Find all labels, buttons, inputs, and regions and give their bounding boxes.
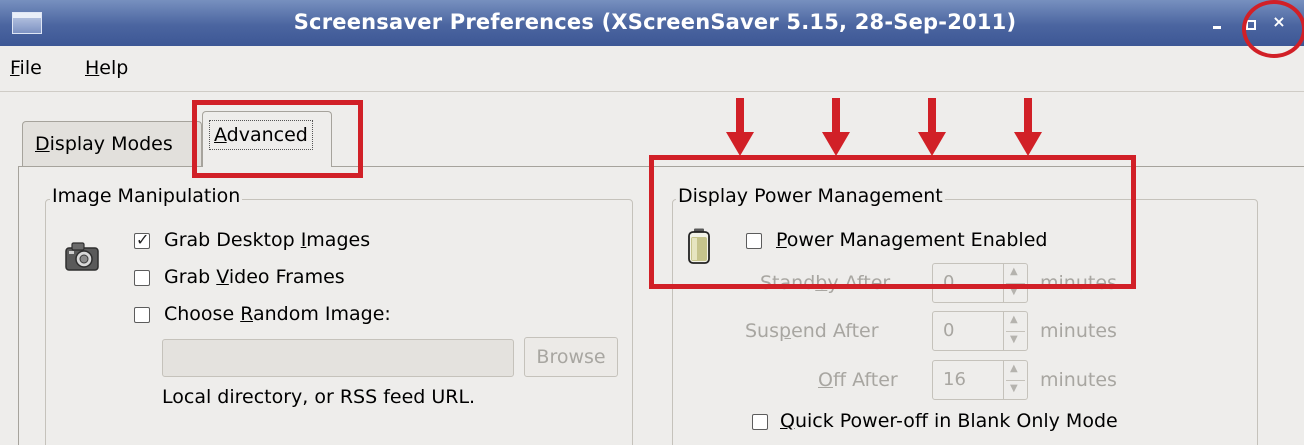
minimize-button[interactable] [1206, 11, 1228, 33]
annotation-arrow-down-icon [918, 98, 946, 158]
quick-power-off-label: Quick Power-off in Blank Only Mode [780, 410, 1118, 432]
grab-video-text-post: ideo Frames [228, 266, 345, 288]
grab-desktop-text-pre: Grab Desktop [164, 229, 301, 251]
choose-random-image-checkbox[interactable] [134, 307, 150, 323]
camera-icon [65, 242, 99, 271]
image-directory-hint: Local directory, or RSS feed URL. [162, 386, 476, 408]
annotation-arrow-down-icon [822, 98, 850, 158]
suspend-after-label: Suspend After [745, 320, 879, 342]
quick-off-text-post: uick Power-off in Blank Only Mode [794, 410, 1118, 432]
grab-desktop-images-checkbox[interactable] [134, 230, 150, 249]
choose-random-image-label: Choose Random Image: [164, 303, 391, 325]
suspend-text-post: end After [791, 320, 879, 342]
annotation-power-management-highlight [649, 155, 1136, 289]
off-after-spinner[interactable]: 16 [932, 360, 1028, 400]
annotation-close-button-circle [1242, 0, 1304, 58]
choose-random-accel: R [240, 303, 253, 325]
menu-file-label: ile [19, 57, 42, 79]
tab-display-modes-accel: D [35, 133, 50, 155]
suspend-accel: p [779, 320, 792, 342]
off-after-value: 16 [943, 369, 966, 390]
tab-display-modes-label: isplay Modes [49, 133, 173, 155]
grab-video-frames-checkbox[interactable] [134, 270, 150, 286]
menu-file[interactable]: File [10, 57, 42, 79]
grab-video-frames-label: Grab Video Frames [164, 266, 345, 288]
suspend-spin-buttons[interactable] [1003, 312, 1027, 350]
annotation-arrow-down-icon [1014, 98, 1042, 158]
grab-video-text-pre: Grab [164, 266, 217, 288]
suspend-after-value: 0 [943, 320, 955, 341]
menu-bar: File Help [0, 46, 1304, 92]
menu-help-label: elp [99, 57, 129, 79]
off-unit: minutes [1040, 369, 1117, 391]
menu-file-accel: F [10, 57, 20, 79]
suspend-after-spinner[interactable]: 0 [932, 311, 1028, 351]
tab-display-modes[interactable]: Display Modes [22, 121, 202, 166]
annotation-arrow-down-icon [726, 98, 754, 158]
suspend-text-pre: Sus [745, 320, 780, 342]
annotation-advanced-tab-highlight [192, 100, 363, 178]
off-text-post: ff After [832, 369, 898, 391]
menu-help-accel: H [85, 57, 100, 79]
off-spin-buttons[interactable] [1003, 361, 1027, 399]
menu-help[interactable]: Help [85, 57, 128, 79]
choose-random-text-post: andom Image: [252, 303, 391, 325]
quick-power-off-checkbox[interactable] [752, 414, 768, 430]
image-manipulation-label: Image Manipulation [50, 185, 243, 207]
off-accel: O [818, 369, 833, 391]
grab-desktop-images-label: Grab Desktop Images [164, 229, 370, 251]
title-bar[interactable]: Screensaver Preferences (XScreenSaver 5.… [0, 0, 1304, 46]
grab-desktop-text-post: mages [306, 229, 371, 251]
xscreensaver-window: Screensaver Preferences (XScreenSaver 5.… [0, 0, 1304, 445]
suspend-unit: minutes [1040, 320, 1117, 342]
grab-video-accel: V [216, 266, 229, 288]
off-after-label: Off After [818, 369, 898, 391]
browse-button[interactable]: Browse [524, 337, 618, 377]
choose-random-text-pre: Choose [164, 303, 241, 325]
quick-off-accel: Q [780, 410, 795, 432]
image-directory-input[interactable] [162, 339, 514, 377]
window-title: Screensaver Preferences (XScreenSaver 5.… [293, 10, 1017, 34]
